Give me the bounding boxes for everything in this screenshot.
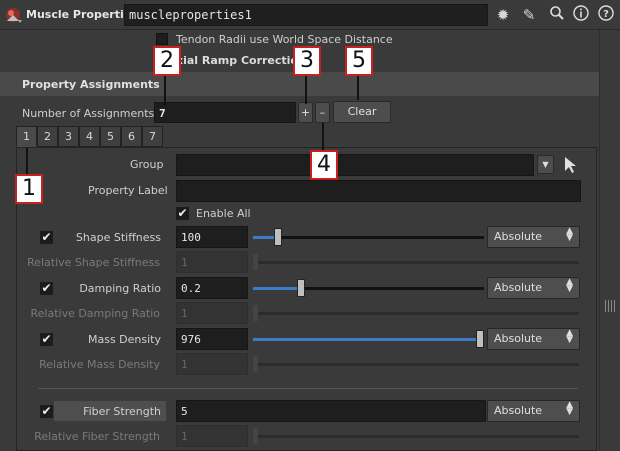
row-mode-value: Absolute (494, 281, 543, 294)
node-name-field[interactable]: muscleproperties1 (124, 4, 488, 26)
relative-row-label: Relative Shape Stiffness (27, 256, 160, 269)
row-mode-select[interactable]: Absolute ▲ ▼ (487, 277, 580, 299)
tendon-radii-label: Tendon Radii use World Space Distance (176, 33, 393, 46)
section-title: Property Assignments (22, 78, 160, 91)
callout-3: 3 (293, 46, 321, 76)
relative-value-field: 1 (176, 302, 248, 324)
property-label-field[interactable] (176, 180, 581, 202)
relative-slider-thumb (253, 305, 258, 321)
callout-4-pointer (322, 123, 324, 150)
relative-row-label: Relative Damping Ratio (30, 307, 160, 320)
scrollbar-grip-icon[interactable] (605, 300, 615, 312)
tab-3[interactable]: 3 (58, 126, 79, 147)
row-enable-checkbox[interactable]: ✔ (40, 405, 53, 418)
num-assignments-field[interactable]: 7 (154, 102, 296, 123)
row-value-field[interactable]: 976 (176, 328, 248, 350)
row-value-field[interactable]: 0.2 (176, 277, 248, 299)
row-enable-checkbox[interactable]: ✔ (40, 333, 53, 346)
row-mode-select[interactable]: Absolute ▲ ▼ (487, 226, 580, 248)
relative-row-label: Relative Mass Density (39, 358, 160, 371)
group-menu-button[interactable]: ▼ (537, 155, 554, 174)
relative-slider-thumb (253, 428, 258, 444)
row-value-field[interactable]: 100 (176, 226, 248, 248)
callout-3-pointer (305, 76, 307, 104)
relative-slider-track (253, 312, 579, 315)
group-field[interactable] (176, 154, 534, 176)
callout-5: 5 (345, 46, 373, 76)
callout-5-pointer (357, 76, 359, 100)
axial-ramp-label: xial Ramp Correction (176, 54, 306, 67)
row-slider-thumb[interactable] (297, 279, 305, 297)
relative-value-field: 1 (176, 353, 248, 375)
row-mode-value: Absolute (494, 230, 543, 243)
info-icon[interactable] (570, 5, 592, 25)
select-arrow-icon[interactable] (563, 156, 577, 174)
row-label: Shape Stiffness (75, 231, 161, 244)
gear-icon[interactable]: ✹ (492, 5, 514, 25)
row-slider-fill (253, 338, 477, 341)
callout-1: 1 (15, 174, 43, 204)
muscle-node-icon[interactable] (4, 6, 24, 26)
row-slider-thumb[interactable] (476, 330, 484, 348)
node-type-label: Muscle Properties (26, 8, 138, 21)
tab-5[interactable]: 5 (100, 126, 121, 147)
row-slider-fill (253, 287, 298, 290)
tendon-radii-checkbox[interactable] (156, 33, 168, 45)
row-mode-select[interactable]: Absolute ▲ ▼ (487, 328, 580, 350)
updown-icon: ▲ ▼ (566, 277, 573, 294)
callout-2-pointer (164, 76, 166, 106)
updown-icon: ▲ ▼ (566, 328, 573, 345)
enable-all-checkbox[interactable]: ✔ (176, 207, 189, 220)
enable-all-label: Enable All (196, 207, 251, 220)
tab-2[interactable]: 2 (37, 126, 58, 147)
svg-text:?: ? (603, 9, 609, 20)
separator (38, 388, 578, 389)
help-icon[interactable]: ? (595, 5, 617, 25)
row-enable-checkbox[interactable]: ✔ (40, 282, 53, 295)
add-assignment-button[interactable]: + (298, 102, 313, 123)
relative-slider-track (253, 363, 579, 366)
tab-1[interactable]: 1 (16, 126, 37, 147)
tab-6[interactable]: 6 (121, 126, 142, 147)
brush-icon[interactable]: ✎ (518, 5, 540, 25)
clear-button[interactable]: Clear (333, 101, 391, 123)
relative-slider-thumb (253, 356, 258, 372)
row-mode-value: Absolute (494, 404, 543, 417)
relative-value-field: 1 (176, 251, 248, 273)
property-label-label: Property Label (88, 184, 168, 197)
relative-slider-track (253, 435, 579, 438)
scrollbar[interactable] (599, 30, 620, 451)
row-label: Damping Ratio (79, 282, 161, 295)
tab-4[interactable]: 4 (79, 126, 100, 147)
relative-value-field: 1 (176, 425, 248, 447)
row-slider-fill (253, 236, 275, 239)
callout-4: 4 (310, 150, 338, 180)
row-value-field[interactable]: 5 (176, 400, 486, 422)
search-icon[interactable] (546, 5, 568, 25)
tab-7[interactable]: 7 (142, 126, 163, 147)
row-mode-value: Absolute (494, 332, 543, 345)
callout-1-pointer (26, 148, 28, 174)
row-enable-checkbox[interactable]: ✔ (40, 231, 53, 244)
remove-assignment-button[interactable]: – (315, 102, 330, 123)
row-slider-track[interactable] (253, 236, 484, 239)
num-assignments-label: Number of Assignments (22, 107, 155, 120)
row-label: Fiber Strength (83, 405, 161, 418)
row-label: Mass Density (87, 333, 161, 346)
updown-icon: ▲ ▼ (566, 226, 573, 243)
relative-row-label: Relative Fiber Strength (34, 430, 160, 443)
group-label: Group (130, 158, 164, 171)
relative-slider-track (253, 261, 579, 264)
callout-2: 2 (153, 46, 181, 76)
row-slider-thumb[interactable] (274, 228, 282, 246)
updown-icon: ▲ ▼ (566, 400, 573, 417)
relative-slider-thumb (253, 254, 258, 270)
row-mode-select[interactable]: Absolute ▲ ▼ (487, 400, 580, 422)
